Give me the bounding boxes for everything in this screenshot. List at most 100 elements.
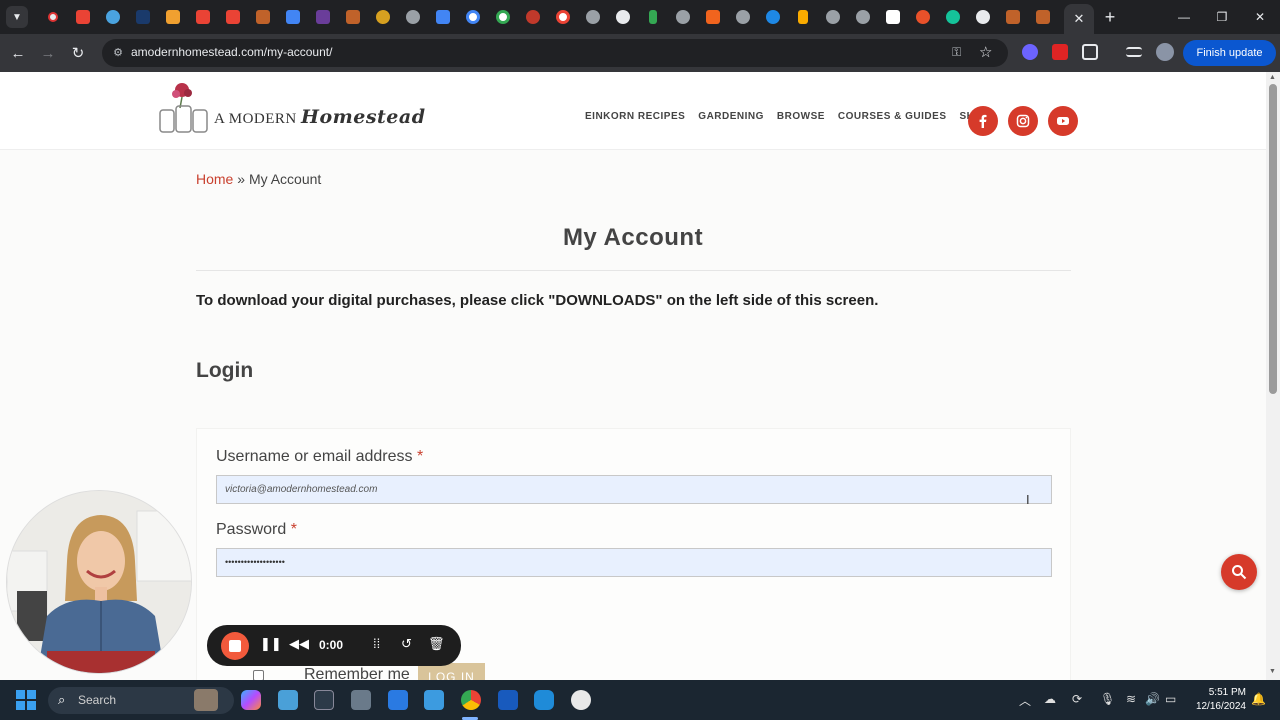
- scrollbar-thumb[interactable]: [1269, 84, 1277, 394]
- tab-favicon[interactable]: [698, 7, 728, 27]
- tab-favicon[interactable]: [1028, 7, 1058, 27]
- delete-icon[interactable]: 🗑: [428, 636, 445, 652]
- password-input[interactable]: •••••••••••••••••••: [216, 548, 1052, 577]
- nav-courses-guides[interactable]: COURSES & GUIDES: [838, 111, 947, 122]
- tab-search-button[interactable]: ▼: [6, 6, 28, 28]
- flipboard-extension-icon[interactable]: [1052, 44, 1068, 60]
- youtube-icon[interactable]: [1048, 106, 1078, 136]
- photos-icon[interactable]: [424, 690, 444, 710]
- tab-favicon[interactable]: [788, 7, 818, 27]
- canva-icon[interactable]: [388, 690, 408, 710]
- site-logo[interactable]: A MODERN Homestead: [158, 80, 425, 136]
- tab-favicon[interactable]: [878, 7, 908, 27]
- word-icon[interactable]: [498, 690, 518, 710]
- chrome-icon[interactable]: [461, 690, 481, 710]
- grid-dots-icon[interactable]: ⁞⁞: [373, 636, 380, 651]
- restore-icon[interactable]: ❐: [1206, 6, 1238, 28]
- tab-favicon[interactable]: [218, 7, 248, 27]
- volume-icon[interactable]: 🔊: [1145, 692, 1160, 706]
- tab-favicon[interactable]: [818, 7, 848, 27]
- tab-favicon[interactable]: [458, 7, 488, 27]
- active-tab-close-button[interactable]: ✕: [1064, 4, 1094, 34]
- tab-favicon[interactable]: [38, 7, 68, 27]
- minimize-icon[interactable]: —: [1168, 6, 1200, 28]
- floating-search-button[interactable]: [1221, 554, 1257, 590]
- tab-favicon[interactable]: [98, 7, 128, 27]
- notepad-icon[interactable]: [278, 690, 298, 710]
- tab-favicon[interactable]: [968, 7, 998, 27]
- address-bar[interactable]: ⚙ amodernhomestead.com/my-account/ ⚿ ☆: [102, 39, 1008, 67]
- scroll-up-icon[interactable]: ▲: [1269, 74, 1276, 81]
- nav-gardening[interactable]: GARDENING: [698, 111, 764, 122]
- tab-manager-icon[interactable]: [1126, 47, 1142, 57]
- extensions-puzzle-icon[interactable]: [1082, 44, 1098, 60]
- notification-bell-icon[interactable]: 🔔: [1251, 692, 1266, 706]
- tray-overflow-icon[interactable]: ︿: [1019, 692, 1031, 709]
- bookmark-star-icon[interactable]: ☆: [979, 43, 992, 61]
- app-icon[interactable]: [314, 690, 334, 710]
- stop-recording-button[interactable]: [221, 632, 249, 660]
- tab-favicon[interactable]: [638, 7, 668, 27]
- tab-favicon[interactable]: [908, 7, 938, 27]
- forward-icon[interactable]: →: [37, 42, 59, 64]
- remember-me-checkbox[interactable]: [253, 670, 264, 680]
- tab-favicon[interactable]: [488, 7, 518, 27]
- wifi-icon[interactable]: ≋: [1126, 692, 1136, 706]
- remember-me-label[interactable]: Remember me: [304, 666, 410, 680]
- nav-browse[interactable]: BROWSE: [777, 111, 825, 122]
- finish-update-button[interactable]: Finish update: [1183, 40, 1276, 66]
- tab-favicon[interactable]: [428, 7, 458, 27]
- password-key-icon[interactable]: ⚿: [952, 45, 961, 60]
- tab-favicon[interactable]: [668, 7, 698, 27]
- tab-favicon[interactable]: [338, 7, 368, 27]
- tab-favicon[interactable]: [68, 7, 98, 27]
- calculator-icon[interactable]: [351, 690, 371, 710]
- windows-start-icon[interactable]: [16, 690, 36, 710]
- reload-icon[interactable]: ↻: [67, 42, 89, 64]
- sync-icon[interactable]: ⟳: [1072, 692, 1082, 706]
- tab-favicon[interactable]: [998, 7, 1028, 27]
- onedrive-icon[interactable]: ☁: [1044, 692, 1056, 706]
- tab-favicon[interactable]: [398, 7, 428, 27]
- messenger-icon[interactable]: [534, 690, 554, 710]
- microphone-icon[interactable]: 🎙: [1100, 692, 1115, 706]
- username-input[interactable]: victoria@amodernhomestead.com: [216, 475, 1052, 504]
- restart-icon[interactable]: ↺: [401, 636, 412, 652]
- tab-favicon[interactable]: [278, 7, 308, 27]
- tab-favicon[interactable]: [608, 7, 638, 27]
- taskbar-search-box[interactable]: ⌕ Search: [48, 687, 234, 714]
- tab-favicon[interactable]: [728, 7, 758, 27]
- nav-einkorn-recipes[interactable]: EINKORN RECIPES: [585, 111, 685, 122]
- extension-icon[interactable]: [1022, 44, 1038, 60]
- clock-app-icon[interactable]: [571, 690, 591, 710]
- tab-favicon[interactable]: [248, 7, 278, 27]
- system-clock[interactable]: 5:51 PM 12/16/2024: [1190, 686, 1246, 714]
- tab-favicon[interactable]: [758, 7, 788, 27]
- scroll-down-icon[interactable]: ▼: [1269, 668, 1276, 675]
- site-info-icon[interactable]: ⚙: [110, 45, 126, 61]
- rewind-icon[interactable]: ◀◀: [289, 636, 309, 652]
- new-tab-button[interactable]: +: [1100, 7, 1120, 27]
- username-label-text: Username or email address: [216, 448, 413, 465]
- tab-favicon[interactable]: [128, 7, 158, 27]
- url-text[interactable]: amodernhomestead.com/my-account/: [131, 45, 332, 59]
- back-icon[interactable]: ←: [7, 42, 29, 64]
- close-window-icon[interactable]: ✕: [1244, 6, 1276, 28]
- tab-favicon[interactable]: [578, 7, 608, 27]
- tab-favicon[interactable]: [158, 7, 188, 27]
- breadcrumb-home-link[interactable]: Home: [196, 171, 233, 187]
- battery-icon[interactable]: ▭: [1165, 692, 1176, 706]
- copilot-icon[interactable]: [241, 690, 261, 710]
- tab-favicon[interactable]: [368, 7, 398, 27]
- tab-favicon[interactable]: [548, 7, 578, 27]
- tab-favicon[interactable]: [848, 7, 878, 27]
- facebook-icon[interactable]: [968, 106, 998, 136]
- tab-favicon[interactable]: [188, 7, 218, 27]
- instagram-icon[interactable]: [1008, 106, 1038, 136]
- profile-avatar[interactable]: [1156, 43, 1174, 61]
- tab-favicon[interactable]: [518, 7, 548, 27]
- page-scrollbar[interactable]: ▲ ▼: [1266, 72, 1280, 680]
- pause-icon[interactable]: ❚❚: [260, 636, 282, 652]
- tab-favicon[interactable]: [308, 7, 338, 27]
- tab-favicon[interactable]: [938, 7, 968, 27]
